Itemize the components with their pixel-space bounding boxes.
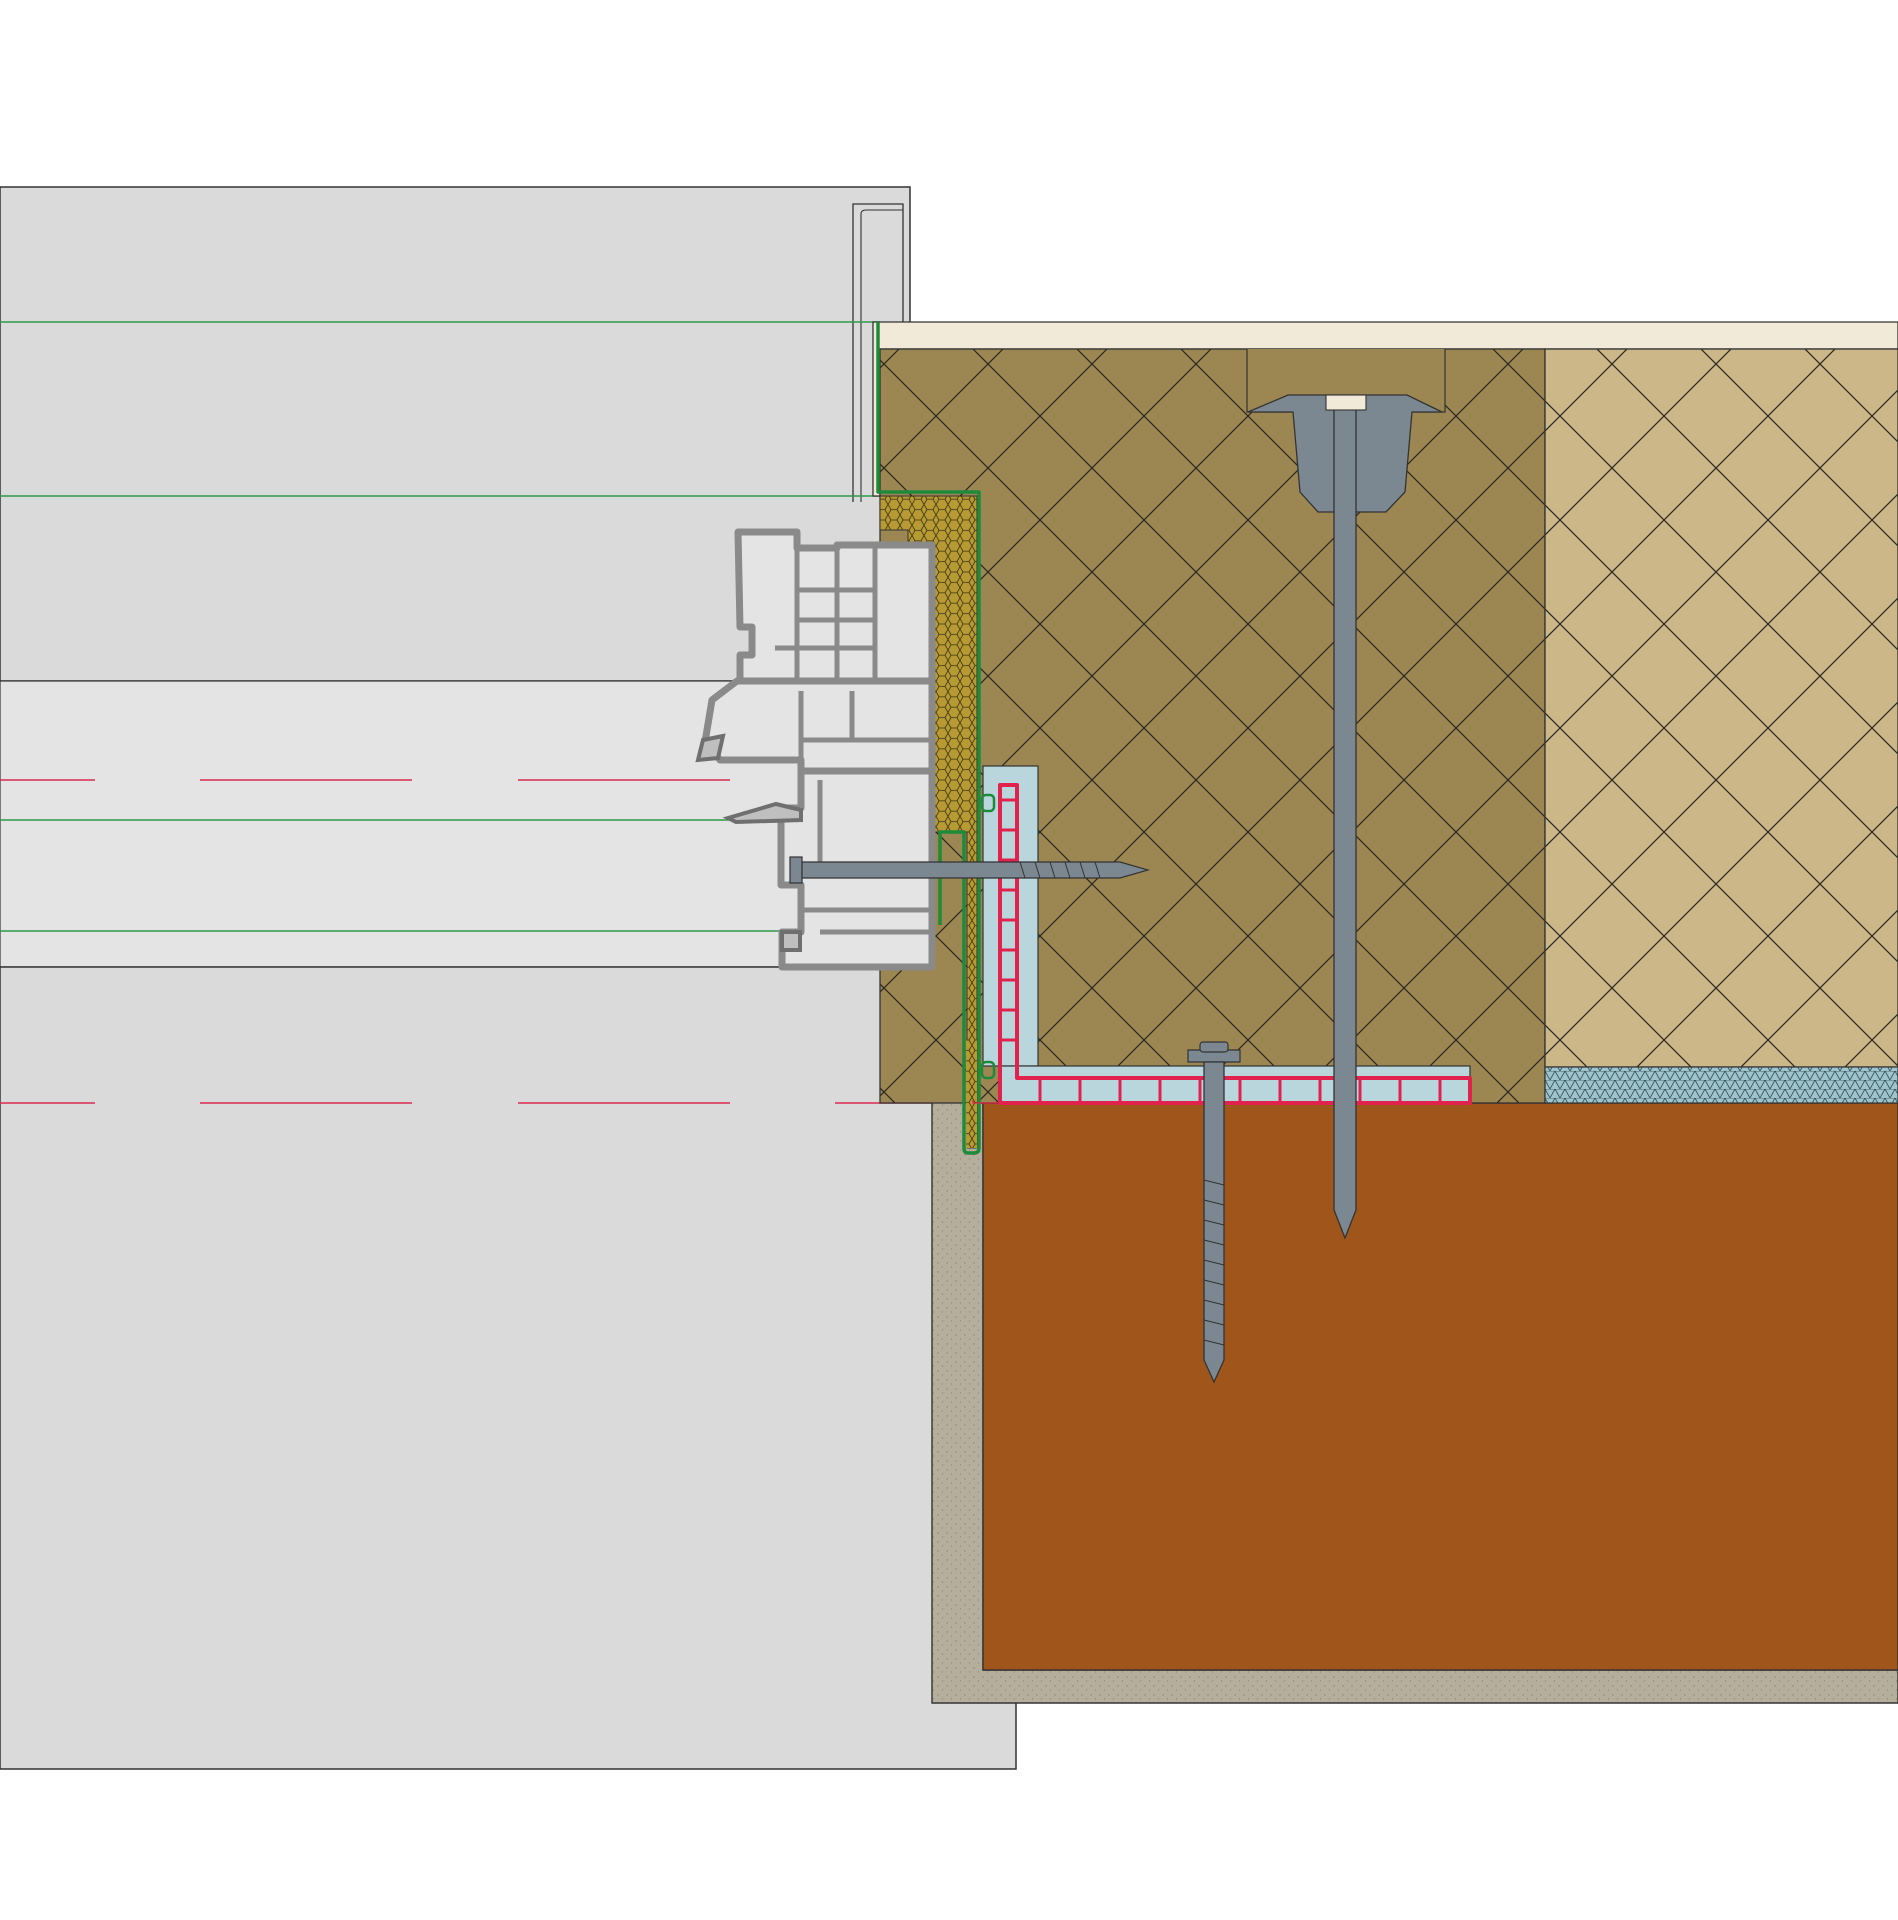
anchor-screw-collar [1199, 1041, 1229, 1053]
sealing-tape-lower [966, 1040, 977, 1148]
masonry-wall [982, 1102, 1898, 1671]
insulation-board-light [1544, 348, 1898, 1068]
anchor-shank [1333, 397, 1357, 1240]
reinforcement-mesh [1544, 1066, 1898, 1104]
section-drawing [0, 186, 1898, 1770]
frame-screw-head [789, 856, 803, 884]
frame-drain [780, 930, 802, 952]
glazing-bead [695, 733, 726, 763]
wall-panel-lower [0, 966, 1017, 1770]
frame-sash-middle [701, 677, 936, 775]
interior-wall [0, 186, 1017, 1770]
anchor-cap [1325, 394, 1367, 411]
